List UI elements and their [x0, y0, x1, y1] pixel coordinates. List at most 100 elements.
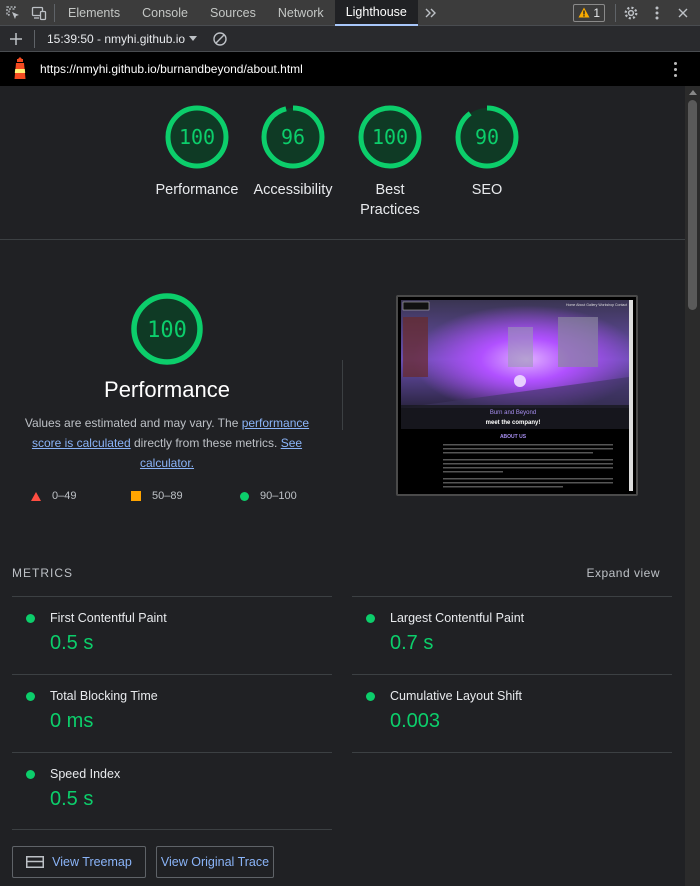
pass-circle-icon [26, 770, 35, 779]
gauge-performance[interactable]: 100 Performance [147, 104, 247, 200]
new-report-plus-icon[interactable] [0, 26, 32, 52]
metric-name: First Contentful Paint [50, 611, 167, 625]
summary-divider [342, 360, 343, 430]
metric-name: Total Blocking Time [50, 689, 158, 703]
pass-circle-icon [240, 491, 249, 501]
tab-console[interactable]: Console [131, 0, 199, 26]
metric-value: 0.003 [390, 710, 441, 732]
report-selector[interactable]: 15:39:50 - nmyhi.github.io [37, 32, 207, 46]
view-treemap-label: View Treemap [52, 855, 132, 869]
gauge-score: 100 [179, 125, 215, 149]
metrics-heading: METRICS [12, 566, 73, 580]
metric-value: 0.7 s [390, 632, 434, 654]
gauge-label: Performance [155, 182, 239, 198]
gauge-seo[interactable]: 90 SEO [437, 104, 537, 200]
metric-speed-index: Speed Index 0.5 s [12, 752, 332, 830]
metric-first-contentful-paint: First Contentful Paint 0.5 s [12, 596, 332, 674]
report-url[interactable]: https://nmyhi.github.io/burnandbeyond/ab… [40, 62, 303, 76]
pass-circle-icon [366, 614, 375, 623]
gauge-label: Accessibility [253, 182, 333, 198]
gauge-ring: 96 [261, 105, 325, 169]
warning-count: 1 [593, 5, 600, 20]
warning-icon [578, 7, 590, 18]
metric-name: Cumulative Layout Shift [390, 689, 523, 703]
metric-cumulative-layout-shift: Cumulative Layout Shift 0.003 [352, 674, 672, 752]
legend-average-range: 50–89 [152, 490, 183, 502]
fail-triangle-icon [31, 491, 41, 501]
page-screenshot-image: Home About Gallery Workshop Contact Burn… [401, 300, 633, 491]
report-scrollbar[interactable] [685, 86, 700, 886]
tab-separator [615, 3, 616, 22]
pass-circle-icon [366, 692, 375, 701]
toolbar-separator [34, 29, 35, 48]
desc-middle: directly from these metrics. [130, 436, 281, 450]
scroll-up-arrow-icon[interactable] [689, 90, 697, 95]
treemap-icon [26, 856, 45, 868]
customize-menu-icon[interactable] [644, 0, 670, 26]
view-treemap-button[interactable]: View Treemap [12, 846, 146, 878]
chevron-down-icon [189, 36, 198, 41]
settings-gear-icon[interactable] [618, 0, 644, 26]
close-devtools-icon[interactable] [670, 0, 696, 26]
report-menu-icon[interactable] [666, 61, 684, 77]
performance-title: Performance [104, 377, 230, 402]
tab-lighthouse[interactable]: Lighthouse [334, 0, 418, 26]
final-screenshot[interactable]: Home About Gallery Workshop Contact Burn… [396, 295, 638, 496]
score-gauges: 100 Performance 96 Accessibility 100 Bes… [0, 86, 685, 240]
gauge-ring: 100 [165, 105, 229, 169]
gauge-accessibility[interactable]: 96 Accessibility [243, 104, 343, 200]
pass-circle-icon [26, 692, 35, 701]
gauge-label: SEO [471, 182, 503, 198]
report-selector-label: 15:39:50 - nmyhi.github.io [47, 31, 186, 46]
clear-reports-icon[interactable] [207, 26, 233, 52]
metric-name: Speed Index [50, 767, 121, 781]
metrics-header: METRICS Expand view [12, 566, 660, 580]
gauge-score: 90 [475, 125, 499, 149]
metric-value: 0 ms [50, 710, 94, 732]
legend-fail-range: 0–49 [52, 490, 77, 502]
performance-description: Values are estimated and may vary. The p… [22, 413, 312, 473]
warnings-badge[interactable]: 1 [573, 3, 605, 22]
gauge-label: Best Practices [360, 182, 420, 218]
metric-divider-right [352, 752, 672, 753]
metric-value: 0.5 s [50, 632, 94, 654]
lighthouse-toolbar: 15:39:50 - nmyhi.github.io [0, 26, 700, 52]
more-tabs-icon[interactable] [418, 0, 444, 26]
gauge-best-practices[interactable]: 100 Best Practices [340, 104, 440, 220]
performance-score: 100 [147, 318, 187, 343]
legend-pass-range: 90–100 [260, 490, 297, 502]
inspect-element-icon[interactable] [0, 0, 26, 26]
legend-pass: 90–100 [240, 490, 297, 502]
metric-name: Largest Contentful Paint [390, 611, 525, 625]
average-square-icon [131, 491, 141, 501]
gauge-score: 100 [372, 125, 408, 149]
gauge-ring: 90 [455, 105, 519, 169]
lighthouse-logo-icon [0, 52, 40, 86]
gauge-ring: 100 [358, 105, 422, 169]
report-url-bar: https://nmyhi.github.io/burnandbeyond/ab… [0, 52, 700, 86]
tab-sources[interactable]: Sources [199, 0, 267, 26]
metric-value: 0.5 s [50, 788, 94, 810]
tab-elements[interactable]: Elements [57, 0, 131, 26]
tab-separator [54, 3, 55, 22]
performance-summary: 100 Performance Values are estimated and… [0, 291, 334, 473]
scrollbar-thumb[interactable] [688, 100, 697, 310]
screenshot-subtitle: meet the company! [486, 420, 541, 426]
legend-average: 50–89 [131, 490, 183, 502]
lighthouse-report: 100 Performance 96 Accessibility 100 Bes… [0, 86, 685, 886]
performance-gauge-ring: 100 [131, 293, 203, 365]
screenshot-nav: Home About Gallery Workshop Contact [566, 303, 627, 307]
gauge-score: 96 [281, 125, 305, 149]
screenshot-section: ABOUT US [500, 434, 527, 440]
view-original-trace-button[interactable]: View Original Trace [156, 846, 274, 878]
view-original-trace-label: View Original Trace [160, 855, 270, 869]
tab-network[interactable]: Network [267, 0, 335, 26]
device-toolbar-icon[interactable] [26, 0, 52, 26]
expand-view-toggle[interactable]: Expand view [586, 566, 660, 580]
desc-prefix: Values are estimated and may vary. The [24, 416, 242, 430]
metric-largest-contentful-paint: Largest Contentful Paint 0.7 s [352, 596, 672, 674]
devtools-tabbar: Elements Console Sources Network Lightho… [0, 0, 700, 26]
legend-fail: 0–49 [31, 490, 76, 502]
screenshot-title: Burn and Beyond [490, 410, 536, 416]
metric-total-blocking-time: Total Blocking Time 0 ms [12, 674, 332, 752]
